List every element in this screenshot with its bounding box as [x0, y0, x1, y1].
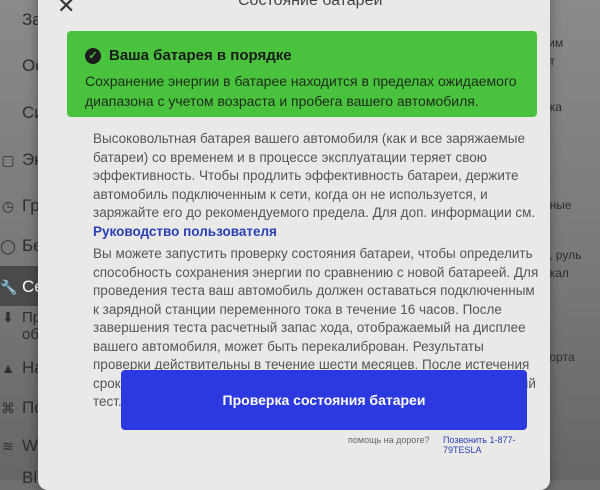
battery-info-paragraph: Высоковольтная батарея вашего автомобиля…: [93, 130, 541, 241]
footer-question: помощь на дороге?: [348, 435, 430, 445]
display-icon: ▢: [1, 151, 15, 168]
call-tesla-link[interactable]: Позвонить 1-877-79TESLA: [443, 435, 550, 455]
status-title: Ваша батарея в порядке: [109, 47, 292, 64]
download-icon: ⬇: [2, 309, 14, 325]
user-manual-link[interactable]: Руководство пользователя: [93, 224, 277, 239]
wifi-icon: ≋: [2, 437, 14, 454]
battery-info-text: Высоковольтная батарея вашего автомобиля…: [93, 131, 536, 220]
trips-icon: ⌘: [1, 399, 15, 416]
battery-health-dialog: ✕ Состояние батареи ✓ Ваша батарея в пор…: [38, 0, 550, 490]
close-icon[interactable]: ✕: [57, 0, 75, 19]
battery-health-test-button[interactable]: Проверка состояния батареи: [121, 370, 527, 430]
status-description: Сохранение энергии в батарее находится в…: [85, 73, 517, 109]
safety-icon: ◯: [0, 237, 16, 254]
checkmark-icon: ✓: [85, 48, 101, 64]
navigation-icon: ▲: [1, 360, 15, 376]
clock-icon: ◷: [1, 197, 15, 214]
dialog-title: Состояние батареи: [238, 0, 383, 9]
wrench-icon: 🔧: [0, 278, 18, 295]
battery-status-banner: ✓ Ваша батарея в порядке Сохранение энер…: [67, 31, 537, 117]
